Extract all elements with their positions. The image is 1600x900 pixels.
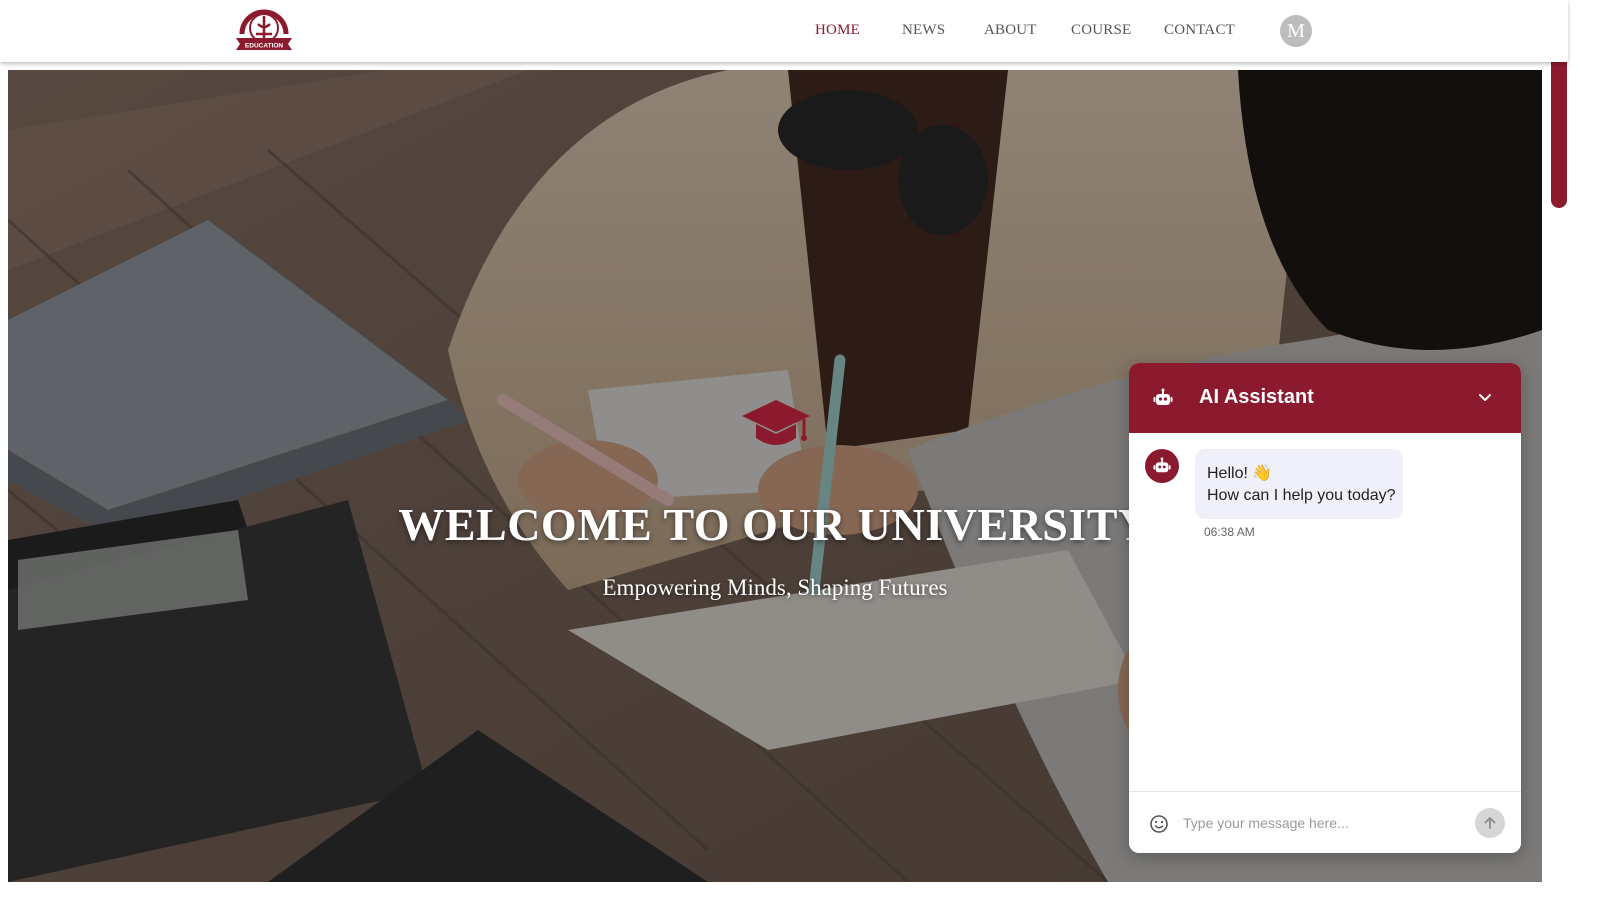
nav-about[interactable]: ABOUT <box>984 22 1037 39</box>
chevron-down-icon[interactable] <box>1477 389 1493 405</box>
nav-news[interactable]: NEWS <box>902 22 945 39</box>
robot-icon <box>1153 457 1171 473</box>
message-line-help: How can I help you today? <box>1207 487 1396 504</box>
chat-input-bar <box>1129 791 1521 853</box>
chat-title: AI Assistant <box>1199 386 1314 408</box>
message-line-greeting: Hello! 👋 <box>1207 465 1273 482</box>
svg-text:EDUCATION: EDUCATION <box>245 43 283 50</box>
nav-home[interactable]: HOME <box>815 22 860 39</box>
university-logo[interactable]: EDUCATION <box>234 4 294 54</box>
chat-header[interactable]: AI Assistant <box>1129 363 1521 433</box>
ai-assistant-chat-widget: AI Assistant Hello! 👋 How can I help you… <box>1129 363 1521 853</box>
user-avatar[interactable]: M <box>1280 15 1312 47</box>
smiley-icon[interactable] <box>1149 814 1169 834</box>
message-timestamp: 06:38 AM <box>1204 525 1255 539</box>
graduation-cap-icon <box>740 392 812 454</box>
nav-course[interactable]: COURSE <box>1071 22 1131 39</box>
send-button[interactable] <box>1475 808 1505 838</box>
nav-contact[interactable]: CONTACT <box>1164 22 1235 39</box>
bot-message-bubble: Hello! 👋 How can I help you today? <box>1195 449 1403 519</box>
top-navbar: EDUCATION HOME NEWS ABOUT COURSE CONTACT… <box>0 0 1568 62</box>
robot-icon <box>1153 388 1173 405</box>
arrow-up-icon <box>1484 817 1496 829</box>
chat-message-input[interactable] <box>1181 810 1465 836</box>
bot-avatar <box>1145 449 1179 483</box>
